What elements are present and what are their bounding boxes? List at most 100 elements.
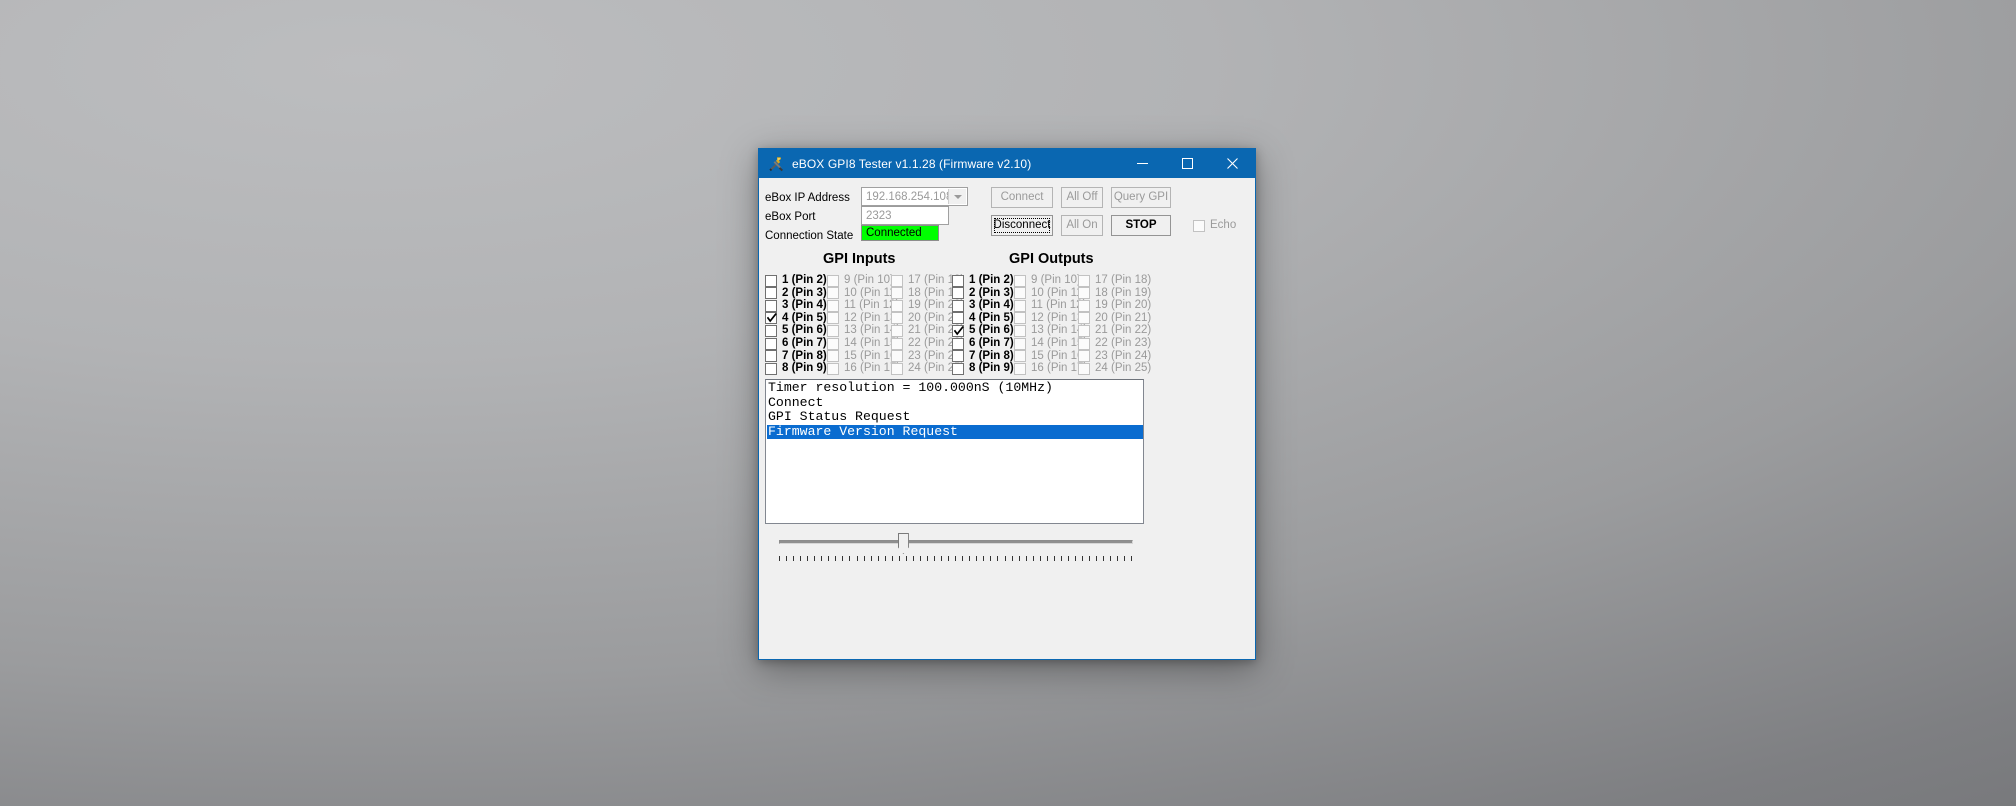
gpi_outputs-checkbox-22-pin-23: 22 (Pin 23) [1078,337,1151,350]
port-input[interactable]: 2323 [861,206,949,225]
checkbox-box [765,362,777,375]
gpi_outputs-checkbox-2-pin-3[interactable]: 2 (Pin 3) [952,287,1014,300]
gpi_inputs-checkbox-6-pin-7[interactable]: 6 (Pin 7) [765,337,827,350]
gpi_inputs-checkbox-4-pin-5[interactable]: 4 (Pin 5) [765,312,827,325]
ip-address-value: 192.168.254.108 [866,190,953,203]
checkbox-box [1078,324,1090,337]
log-line[interactable]: GPI Status Request [767,409,1143,425]
position-slider[interactable] [779,533,1133,563]
checkbox-box [765,312,777,325]
checkbox-box [1078,274,1090,287]
slider-track[interactable] [779,540,1133,544]
gpi_outputs-checkbox-20-pin-21: 20 (Pin 21) [1078,312,1151,325]
gpi_inputs-checkbox-8-pin-9[interactable]: 8 (Pin 9) [765,362,827,375]
connection-state-value: Connected [861,225,939,241]
gpi_inputs-checkbox-3-pin-4[interactable]: 3 (Pin 4) [765,299,827,312]
checkbox-box [1193,219,1205,232]
slider-tick [934,556,936,561]
gpi_outputs-checkbox-3-pin-4[interactable]: 3 (Pin 4) [952,299,1014,312]
chevron-down-icon[interactable] [948,189,966,204]
slider-tick [1096,556,1098,561]
slider-thumb[interactable] [897,533,909,554]
gpi-outputs-title: GPI Outputs [1009,251,1094,267]
echo-checkbox[interactable]: Echo [1193,219,1236,232]
query-gpi-button[interactable]: Query GPI [1111,187,1171,208]
gpi_outputs-checkbox-21-pin-22: 21 (Pin 22) [1078,324,1151,337]
stop-button[interactable]: STOP [1111,215,1171,236]
slider-tick [1082,556,1084,561]
checkbox-box [1078,337,1090,350]
checkbox-box [827,274,839,287]
slider-tick [814,556,816,561]
port-label: eBox Port [765,211,816,223]
ip-address-combo[interactable]: 192.168.254.108 [861,187,968,206]
checkbox-box [1078,362,1090,375]
gpi_inputs-checkbox-7-pin-8[interactable]: 7 (Pin 8) [765,350,827,363]
slider-tick [1110,556,1112,561]
gpi_outputs-checkbox-6-pin-7[interactable]: 6 (Pin 7) [952,337,1014,350]
minimize-button[interactable] [1120,149,1165,178]
slider-tick [863,556,865,561]
checkbox-label: 9 (Pin 10) [844,274,894,286]
gpi_inputs-checkbox-9-pin-10: 9 (Pin 10) [827,274,894,287]
checkbox-box [891,324,903,337]
all-off-button[interactable]: All Off [1061,187,1103,208]
gpi_inputs-checkbox-2-pin-3[interactable]: 2 (Pin 3) [765,287,827,300]
gpi_outputs-checkbox-15-pin-16: 15 (Pin 16) [1014,350,1087,363]
slider-tick [1067,556,1069,561]
slider-tick [912,556,914,561]
gpi_inputs-checkbox-5-pin-6[interactable]: 5 (Pin 6) [765,324,827,337]
log-line[interactable]: Firmware Version Request [767,424,1143,439]
checkbox-label: 19 (Pin 20) [1095,299,1152,312]
checkbox-box [827,350,839,363]
gpi_outputs-checkbox-23-pin-24: 23 (Pin 24) [1078,350,1151,363]
slider-tick [990,556,992,561]
checkbox-label: 20 (Pin 21) [1095,311,1152,324]
gpi_outputs-checkbox-8-pin-9[interactable]: 8 (Pin 9) [952,362,1014,375]
all-on-button[interactable]: All On [1061,215,1103,236]
disconnect-button[interactable]: Disconnect [991,215,1053,236]
checkbox-label: 9 (Pin 10) [1031,274,1081,286]
log-line[interactable]: Timer resolution = 100.000nS (10MHz) [767,380,1143,396]
gpi_outputs-checkbox-5-pin-6[interactable]: 5 (Pin 6) [952,324,1014,337]
slider-tick [1053,556,1055,561]
checkbox-label: 1 (Pin 2) [782,274,827,286]
slider-tick [856,556,858,561]
gpi_outputs-checkbox-17-pin-18: 17 (Pin 18) [1078,274,1151,287]
slider-tick [821,556,823,561]
slider-tick [870,556,872,561]
checkbox-box [1014,337,1026,350]
checkbox-label: 23 (Pin 24) [1095,349,1152,362]
gpi_outputs-checkbox-4-pin-5[interactable]: 4 (Pin 5) [952,312,1014,325]
gpi_outputs-checkbox-1-pin-2[interactable]: 1 (Pin 2) [952,274,1014,287]
checkbox-box [1078,287,1090,300]
slider-tick [1011,556,1013,561]
gpi_outputs-checkbox-7-pin-8[interactable]: 7 (Pin 8) [952,350,1014,363]
gpi_inputs-checkbox-1-pin-2[interactable]: 1 (Pin 2) [765,274,827,287]
checkbox-label: 4 (Pin 5) [969,311,1014,324]
checkbox-box [891,299,903,312]
log-line[interactable]: Connect [767,395,1143,411]
gpi_inputs-checkbox-12-pin-13: 12 (Pin 13) [827,312,900,325]
slider-tick [849,556,851,561]
slider-tick [1089,556,1091,561]
maximize-button[interactable] [1165,149,1210,178]
slider-tick [786,556,788,561]
checkbox-box [891,287,903,300]
log-output[interactable]: Timer resolution = 100.000nS (10MHz) Conn… [765,379,1144,524]
slider-tick [1032,556,1034,561]
gpi_outputs-checkbox-10-pin-11: 10 (Pin 11) [1014,287,1086,300]
checkbox-box [891,312,903,325]
checkbox-label: 21 (Pin 22) [1095,324,1152,337]
slider-tick [983,556,985,561]
checkbox-label: 6 (Pin 7) [969,337,1014,349]
checkbox-label: 8 (Pin 9) [969,362,1014,375]
checkbox-box [1014,287,1026,300]
window-controls [1120,149,1255,178]
close-button[interactable] [1210,149,1255,178]
gpi_outputs-checkbox-9-pin-10: 9 (Pin 10) [1014,274,1081,287]
title-bar[interactable]: eBOX GPI8 Tester v1.1.28 (Firmware v2.10… [759,149,1255,178]
window-title: eBOX GPI8 Tester v1.1.28 (Firmware v2.10… [792,156,1032,171]
connect-button[interactable]: Connect [991,187,1053,208]
checkbox-box [1014,299,1026,312]
